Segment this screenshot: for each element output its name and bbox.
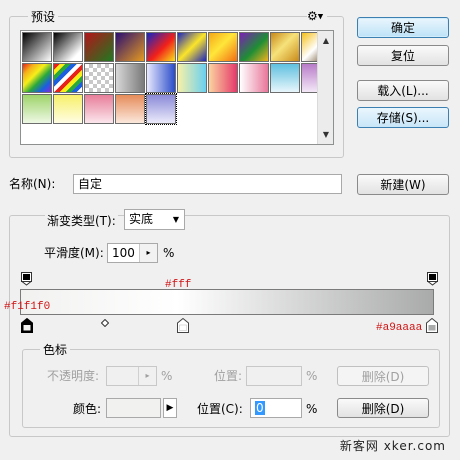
presets-title: 预设	[28, 10, 59, 24]
new-button[interactable]: 新建(W)	[357, 174, 449, 195]
preset-swatch[interactable]	[84, 32, 114, 62]
ok-button[interactable]: 确定	[357, 17, 449, 38]
color-position-value: 0	[255, 401, 265, 415]
preset-swatch[interactable]	[115, 32, 145, 62]
opacity-label: 不透明度:	[47, 369, 100, 383]
scroll-down-icon[interactable]: ▼	[318, 127, 334, 143]
opacity-unit: %	[161, 369, 173, 383]
save-button[interactable]: 存储(S)...	[357, 107, 449, 128]
name-input[interactable]: 自定	[73, 174, 342, 194]
color-stops-title: 色标	[40, 343, 71, 357]
smoothness-value: 100	[112, 246, 135, 260]
gradient-type-select[interactable]: 实底 ▼	[124, 209, 185, 230]
gradient-type-label: 渐变类型(T):	[45, 213, 118, 229]
annotation-start-color: #f1f1f0	[4, 301, 51, 313]
opacity-position-label: 位置:	[214, 369, 243, 383]
color-label: 颜色:	[73, 402, 102, 416]
preset-swatch[interactable]	[177, 32, 207, 62]
reset-button[interactable]: 复位	[357, 45, 449, 66]
dropdown-arrow-icon: ▼	[172, 215, 179, 224]
color-position-input[interactable]: 0	[250, 398, 302, 418]
smoothness-input[interactable]: 100 ▸	[107, 243, 158, 263]
preset-swatch[interactable]	[22, 63, 52, 93]
opacity-stop-left[interactable]	[20, 272, 33, 286]
presets-menu-gear-icon[interactable]: ⚙▼	[307, 9, 327, 23]
preset-swatch[interactable]	[53, 63, 83, 93]
color-stop-right[interactable]	[426, 317, 438, 333]
gradient-type-value: 实底	[129, 212, 154, 226]
preset-swatch[interactable]	[22, 32, 52, 62]
preset-swatch[interactable]	[22, 94, 52, 124]
watermark-text: 新客网 xker.com	[339, 439, 446, 453]
annotation-end-color: #a9aaaa	[376, 322, 423, 334]
color-swatch[interactable]	[106, 398, 161, 418]
smoothness-unit: %	[163, 246, 175, 260]
preset-swatch[interactable]	[270, 32, 300, 62]
preset-swatch[interactable]	[146, 32, 176, 62]
smoothness-stepper-icon[interactable]: ▸	[139, 244, 157, 262]
color-swatch-arrow-icon[interactable]: ▶	[163, 398, 177, 418]
opacity-stop-right[interactable]	[426, 272, 439, 286]
preset-swatch[interactable]	[84, 94, 114, 124]
preset-swatch[interactable]	[53, 32, 83, 62]
color-stop-middle[interactable]	[177, 317, 189, 333]
midpoint-diamond-icon[interactable]	[100, 316, 110, 330]
preset-swatch[interactable]	[239, 32, 269, 62]
color-stop-left[interactable]	[21, 317, 33, 333]
preset-swatch[interactable]	[115, 63, 145, 93]
opacity-delete-button: 删除(D)	[337, 366, 429, 386]
preset-swatch[interactable]	[239, 63, 269, 93]
preset-swatch[interactable]	[115, 94, 145, 124]
opacity-position-input	[246, 366, 302, 386]
gradient-preview-bar[interactable]	[20, 289, 434, 315]
presets-list[interactable]: ▲ ▼	[20, 30, 334, 145]
color-position-label: 位置(C):	[197, 402, 243, 416]
opacity-position-unit: %	[306, 369, 318, 383]
preset-swatch[interactable]	[208, 32, 238, 62]
preset-swatch[interactable]	[270, 63, 300, 93]
color-delete-button[interactable]: 删除(D)	[337, 398, 429, 418]
opacity-stepper-icon: ▸	[138, 367, 156, 385]
color-position-unit: %	[306, 402, 318, 416]
annotation-mid-color: #fff	[165, 279, 192, 291]
scroll-up-icon[interactable]: ▲	[318, 33, 334, 49]
smoothness-label: 平滑度(M):	[44, 246, 104, 260]
preset-swatch[interactable]	[145, 93, 177, 125]
preset-swatch[interactable]	[146, 63, 176, 93]
preset-swatch[interactable]	[208, 63, 238, 93]
load-button[interactable]: 载入(L)...	[357, 80, 449, 101]
presets-scrollbar[interactable]: ▲ ▼	[317, 31, 333, 144]
preset-swatch[interactable]	[177, 63, 207, 93]
name-label: 名称(N):	[9, 177, 56, 191]
preset-swatch[interactable]	[53, 94, 83, 124]
preset-swatch[interactable]	[84, 63, 114, 93]
opacity-input: ▸	[106, 366, 157, 386]
